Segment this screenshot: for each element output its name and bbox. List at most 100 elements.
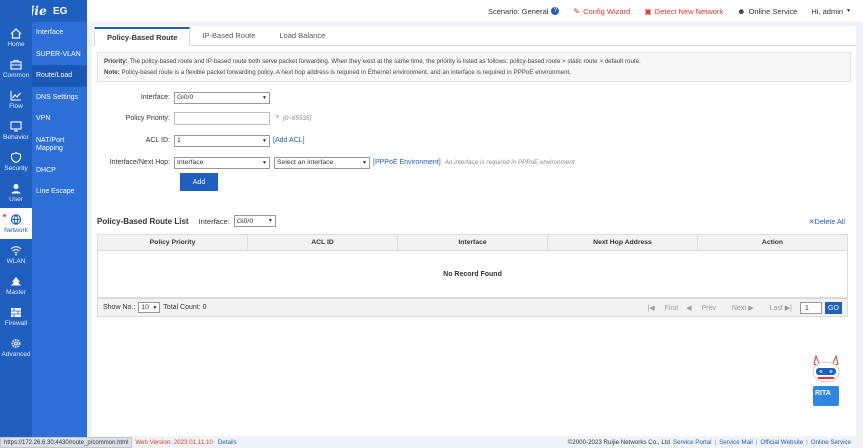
nav-user[interactable]: User xyxy=(0,177,32,208)
config-wizard-link[interactable]: ✎ Config Wizard xyxy=(573,7,630,16)
submenu-dhcp[interactable]: DHCP xyxy=(32,160,87,182)
interface-value: Gi0/0 xyxy=(177,94,194,101)
row-interface: Interface: Gi0/0 ▼ xyxy=(92,91,270,104)
chevron-down-icon: ▼ xyxy=(267,218,273,224)
row-priority: Policy Priority: * (0~65535) xyxy=(92,112,312,125)
col-policy-priority: Policy Priority xyxy=(98,235,248,250)
prev-label: Prev xyxy=(701,305,716,312)
nav-label: Advanced xyxy=(1,350,31,358)
online-service-label: Online Service xyxy=(748,6,798,16)
tab-load-balance[interactable]: Load Balance xyxy=(267,26,337,45)
network-submenu: Interface SUPER-VLAN Route/Load DNS Sett… xyxy=(32,22,87,448)
online-service-footer-link[interactable]: Online Service xyxy=(811,439,851,446)
page-number-input[interactable]: 1 xyxy=(800,302,822,314)
pagination: Show No.: 10 ▼ Total Count: 0 |◀ First ◀… xyxy=(97,298,848,317)
nav-security[interactable]: Security xyxy=(0,146,32,177)
details-link[interactable]: Details xyxy=(218,439,237,446)
add-acl-link[interactable]: [Add ACL] xyxy=(273,137,305,144)
nav-label: Security xyxy=(4,164,28,172)
info-notice: Priority: The policy-based route and IP-… xyxy=(97,52,851,82)
rita-label: RITA xyxy=(815,390,831,397)
add-button[interactable]: Add xyxy=(180,173,218,191)
submenu-line-escape[interactable]: Line Escape xyxy=(32,181,87,203)
interface-select[interactable]: Gi0/0 ▼ xyxy=(174,91,270,104)
list-interface-value: Gi0/0 xyxy=(236,217,254,225)
list-title: Policy-Based Route List xyxy=(97,216,189,226)
first-label: First xyxy=(664,305,679,312)
separator: | xyxy=(714,438,717,446)
tab-bar: Policy-Based Route IP-Based Route Load B… xyxy=(92,26,856,46)
nav-label: Flow xyxy=(9,102,23,110)
last-page-button[interactable]: Last ▶| xyxy=(762,304,792,312)
submenu-dns-settings[interactable]: DNS Settings xyxy=(32,87,87,109)
nav-label: Firewall xyxy=(4,319,28,327)
nav-home[interactable]: Home xyxy=(0,22,32,53)
official-website-link[interactable]: Official Website xyxy=(760,439,803,446)
nav-common[interactable]: Common xyxy=(0,53,32,84)
service-mail-link[interactable]: Service Mail xyxy=(719,439,753,446)
submenu-nat-port-mapping[interactable]: NAT/Port Mapping xyxy=(32,130,87,160)
next-label: Next xyxy=(731,305,747,312)
add-route-form: Interface: Gi0/0 ▼ Policy Priority: * (0… xyxy=(92,82,856,197)
nexthop-interface-select[interactable]: Select an interface ▼ xyxy=(274,156,370,169)
nav-network[interactable]: Network xyxy=(0,208,32,239)
go-button[interactable]: GO xyxy=(825,302,842,314)
nav-flow[interactable]: Flow xyxy=(0,84,32,115)
online-service-link[interactable]: ☻ Online Service xyxy=(737,7,797,16)
pppoe-environment-link[interactable]: [PPPoE Environment] xyxy=(373,159,441,166)
user-icon xyxy=(11,183,21,193)
scenario: Scenario: General ? xyxy=(488,6,560,16)
prev-page-button[interactable]: ◀ Prev xyxy=(686,304,716,312)
nexthop-type-select[interactable]: Interface ▼ xyxy=(174,156,270,169)
acl-value: 1 xyxy=(177,137,181,144)
user-menu[interactable]: Hi, admin ▼ xyxy=(811,7,851,16)
interface-label: Interface: xyxy=(140,94,170,101)
submenu-vpn[interactable]: VPN xyxy=(32,108,87,130)
nav-firewall[interactable]: Firewall xyxy=(0,301,32,332)
tab-policy-based-route[interactable]: Policy-Based Route xyxy=(94,27,191,46)
submenu-super-vlan[interactable]: SUPER-VLAN xyxy=(32,44,87,66)
last-label: Last xyxy=(769,305,783,312)
product-model: EG xyxy=(53,5,68,17)
note-label: Note: xyxy=(104,69,120,76)
briefcase-icon xyxy=(10,59,22,70)
nav-advanced[interactable]: Advanced xyxy=(0,332,32,363)
col-action: Action xyxy=(761,239,784,246)
required-star: * xyxy=(276,115,279,122)
submenu-interface[interactable]: Interface xyxy=(32,22,87,44)
chart-icon xyxy=(10,90,21,101)
shield-icon xyxy=(10,151,22,163)
nav-wlan[interactable]: WLAN xyxy=(0,239,32,270)
service-portal-link[interactable]: Service Portal xyxy=(673,439,712,446)
monitor-icon xyxy=(10,120,22,131)
first-page-button[interactable]: |◀ First xyxy=(647,304,678,312)
help-icon[interactable]: ? xyxy=(551,7,560,15)
chevron-down-icon: ▼ xyxy=(846,8,851,14)
priority-hint: (0~65535) xyxy=(282,115,312,122)
web-version: Web Version: 2023.01.11.10 xyxy=(135,438,213,446)
note-text: Policy-based route is a flexible packet … xyxy=(121,69,571,76)
page-size-select[interactable]: 10 ▼ xyxy=(138,302,161,313)
firewall-icon xyxy=(11,307,21,317)
next-page-button[interactable]: Next ▶ xyxy=(724,304,754,312)
tab-ip-based-route[interactable]: IP-Based Route xyxy=(190,26,267,45)
detect-network-link[interactable]: ▣ Detect New Network xyxy=(644,7,723,16)
total-count: Total Count: 0 xyxy=(163,304,207,311)
top-bar: Scenario: General ? ✎ Config Wizard ▣ De… xyxy=(87,0,863,22)
scenario-value: General xyxy=(521,6,549,16)
nav-behavior[interactable]: Behavior xyxy=(0,115,32,146)
status-bar-url: https://172.26.6.30:4430/route_p/common.… xyxy=(0,437,133,448)
delete-all-link[interactable]: ✕Delete All xyxy=(809,217,845,226)
submenu-route-load[interactable]: Route/Load xyxy=(32,65,87,87)
gear-icon xyxy=(11,338,21,348)
copyright: ©2000-2023 Ruijie Networks Co., Ltd xyxy=(567,438,670,446)
rita-assistant[interactable]: RITA xyxy=(806,352,846,410)
priority-input[interactable] xyxy=(174,112,270,125)
nav-label: WLAN xyxy=(6,257,26,265)
list-interface-select[interactable]: Gi0/0 ▼ xyxy=(233,215,276,227)
separator: | xyxy=(755,438,758,446)
nav-master[interactable]: Master xyxy=(0,270,32,301)
nav-label: Home xyxy=(7,40,25,48)
footer-links: ©2000-2023 Ruijie Networks Co., Ltd Serv… xyxy=(568,439,851,446)
acl-select[interactable]: 1 ▼ xyxy=(174,134,270,147)
